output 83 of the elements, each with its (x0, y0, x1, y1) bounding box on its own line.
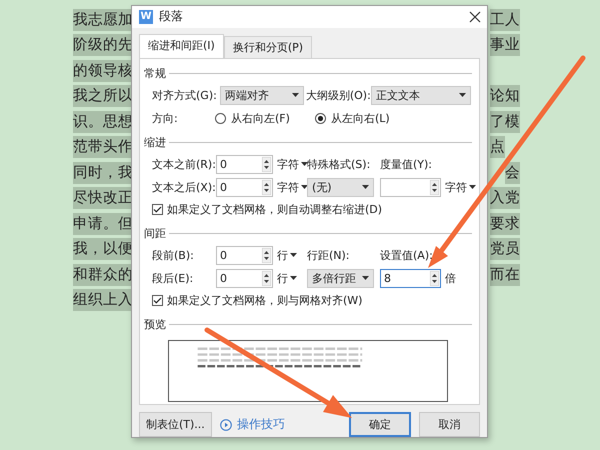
number-field[interactable]: 0 (216, 154, 273, 174)
checkbox-label: 如果定义了文档网格，则自动调整右缩进(D) (167, 202, 382, 218)
document-text: 要求 (490, 212, 520, 235)
spinner-icon[interactable] (262, 248, 271, 263)
section-heading: 缩进 (144, 135, 166, 150)
checkbox[interactable] (152, 204, 163, 216)
close-icon[interactable] (469, 10, 481, 23)
section-heading: 间距 (144, 226, 166, 242)
checkbox-label: 如果定义了文档网格，则与网格对齐(W) (167, 293, 362, 308)
number-field[interactable]: 8 (380, 268, 441, 288)
play-icon (220, 418, 232, 430)
tab[interactable]: 缩进和间距(I) (139, 34, 224, 58)
caret-icon (290, 276, 297, 280)
spinner-icon[interactable] (430, 180, 439, 195)
document-text: 我志愿加 (73, 8, 133, 31)
document-text: 会 (505, 162, 520, 184)
number-field[interactable]: 0 (216, 246, 273, 265)
outline-level-dropdown[interactable]: 正文文本 (370, 86, 471, 105)
caret-icon (362, 276, 369, 280)
document-text: 范带头作 (73, 136, 133, 158)
unit-label: 行 (277, 248, 288, 263)
field-label: 文本之后(X): (152, 180, 216, 195)
radio-label: 从右向左(F) (231, 110, 290, 126)
document-text: 组织上入 (73, 289, 133, 312)
document-text: 入党 (490, 187, 520, 210)
cancel-button[interactable]: 取消 (419, 412, 480, 437)
document-text: 识。思想 (73, 110, 133, 133)
spinner-icon[interactable] (262, 180, 271, 195)
field-label: 对齐方式(G): (152, 88, 218, 103)
document-text: 党员 (490, 238, 520, 260)
number-field[interactable]: 0 (216, 178, 273, 197)
tab[interactable]: 换行和分页(P) (224, 36, 312, 58)
tips-link[interactable]: 操作技巧 (220, 416, 285, 433)
section-heading: 常规 (144, 66, 166, 82)
document-text: 我，以便 (73, 238, 133, 260)
document-text: 我之所以 (73, 85, 133, 108)
field-label: 大纲级别(O): (306, 88, 371, 103)
unit-label: 字符 (277, 180, 299, 195)
field-label: 段前(B): (152, 248, 195, 263)
alignment-dropdown[interactable]: 两端对齐 (220, 86, 304, 105)
field-label: 段后(E): (152, 270, 194, 286)
field-label: 度量值(Y): (380, 156, 434, 172)
unit-label: 行 (277, 270, 288, 286)
unit-label: 字符 (445, 180, 467, 195)
spinner-icon[interactable] (430, 270, 439, 286)
caret-icon (362, 185, 369, 190)
radio-button[interactable] (315, 112, 326, 124)
document-text: 的领导核 (73, 60, 133, 82)
tab-stops-button[interactable]: 制表位(T)... (139, 412, 212, 437)
caret-icon (469, 185, 476, 190)
radio-button[interactable] (215, 112, 226, 124)
document-text: 申请。但 (73, 212, 133, 235)
spinner-icon[interactable] (262, 156, 271, 172)
document-text: 事业 (490, 34, 520, 56)
number-field[interactable]: 0 (216, 268, 273, 288)
spinner-icon[interactable] (262, 270, 271, 286)
ok-button[interactable]: 确定 (349, 412, 411, 437)
document-text: 了模 (490, 110, 520, 133)
document-text: 论知 (490, 85, 520, 108)
document-text: 工人 (490, 8, 520, 31)
caret-icon (290, 253, 297, 258)
field-label: 特殊格式(S): (307, 156, 372, 172)
window-title: 段落 (159, 8, 184, 26)
radio-label: 从左向右(L) (331, 110, 390, 126)
document-text: 点 (490, 136, 505, 158)
caret-icon (458, 93, 466, 98)
field-label: 行距(N): (307, 248, 351, 263)
field-label: 方向: (152, 110, 179, 126)
field-label: 文本之前(R): (152, 156, 216, 172)
section-heading: 预览 (144, 317, 166, 332)
unit-label: 倍 (445, 270, 456, 286)
app-icon: W (139, 10, 153, 24)
checkbox[interactable] (152, 295, 163, 306)
field-label: 设置值(A): (380, 248, 434, 263)
caret-icon (292, 93, 299, 98)
caret-icon (301, 185, 308, 190)
caret-icon (301, 162, 308, 166)
document-text: 而在 (490, 264, 520, 286)
number-field[interactable] (380, 178, 441, 197)
line-spacing-dropdown[interactable]: 多倍行距 (307, 268, 374, 288)
special-format-dropdown[interactable]: (无) (307, 178, 374, 197)
document-text: 尽快改正 (73, 187, 133, 210)
unit-label: 字符 (277, 156, 299, 172)
